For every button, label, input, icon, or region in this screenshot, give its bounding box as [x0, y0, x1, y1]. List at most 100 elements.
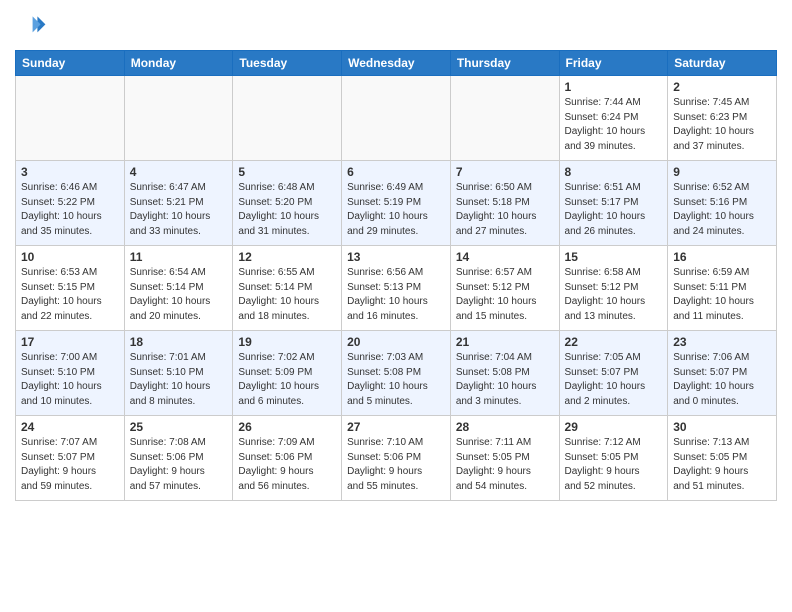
day-number: 11 — [130, 250, 228, 264]
day-number: 19 — [238, 335, 336, 349]
day-number: 14 — [456, 250, 554, 264]
calendar-cell: 11 Sunrise: 6:54 AM Sunset: 5:14 PM Dayli… — [124, 246, 233, 331]
calendar-cell: 9 Sunrise: 6:52 AM Sunset: 5:16 PM Daylig… — [668, 161, 777, 246]
day-info: Sunrise: 7:13 AM Sunset: 5:05 PM Dayligh… — [673, 436, 771, 494]
day-info: Sunrise: 7:09 AM Sunset: 5:06 PM Dayligh… — [238, 436, 336, 494]
day-number: 18 — [130, 335, 228, 349]
header — [15, 10, 777, 42]
day-number: 23 — [673, 335, 771, 349]
day-number: 15 — [565, 250, 663, 264]
day-number: 25 — [130, 420, 228, 434]
day-number: 1 — [565, 80, 663, 94]
calendar-cell: 5 Sunrise: 6:48 AM Sunset: 5:20 PM Daylig… — [233, 161, 342, 246]
calendar-cell: 23 Sunrise: 7:06 AM Sunset: 5:07 PM Dayli… — [668, 331, 777, 416]
day-number: 10 — [21, 250, 119, 264]
day-info: Sunrise: 6:52 AM Sunset: 5:16 PM Dayligh… — [673, 181, 771, 239]
day-number: 26 — [238, 420, 336, 434]
day-info: Sunrise: 7:00 AM Sunset: 5:10 PM Dayligh… — [21, 351, 119, 409]
calendar-cell: 15 Sunrise: 6:58 AM Sunset: 5:12 PM Dayli… — [559, 246, 668, 331]
calendar-cell: 4 Sunrise: 6:47 AM Sunset: 5:21 PM Daylig… — [124, 161, 233, 246]
day-info: Sunrise: 7:45 AM Sunset: 6:23 PM Dayligh… — [673, 96, 771, 154]
day-number: 2 — [673, 80, 771, 94]
calendar-cell: 25 Sunrise: 7:08 AM Sunset: 5:06 PM Dayli… — [124, 416, 233, 501]
weekday-header: Monday — [124, 51, 233, 76]
logo — [15, 10, 51, 42]
day-info: Sunrise: 6:50 AM Sunset: 5:18 PM Dayligh… — [456, 181, 554, 239]
day-info: Sunrise: 6:57 AM Sunset: 5:12 PM Dayligh… — [456, 266, 554, 324]
calendar-cell: 17 Sunrise: 7:00 AM Sunset: 5:10 PM Dayli… — [16, 331, 125, 416]
calendar-cell: 10 Sunrise: 6:53 AM Sunset: 5:15 PM Dayli… — [16, 246, 125, 331]
day-info: Sunrise: 6:59 AM Sunset: 5:11 PM Dayligh… — [673, 266, 771, 324]
day-info: Sunrise: 6:48 AM Sunset: 5:20 PM Dayligh… — [238, 181, 336, 239]
weekday-header: Friday — [559, 51, 668, 76]
weekday-header: Sunday — [16, 51, 125, 76]
calendar-cell: 1 Sunrise: 7:44 AM Sunset: 6:24 PM Daylig… — [559, 76, 668, 161]
calendar-cell: 21 Sunrise: 7:04 AM Sunset: 5:08 PM Dayli… — [450, 331, 559, 416]
day-info: Sunrise: 6:53 AM Sunset: 5:15 PM Dayligh… — [21, 266, 119, 324]
day-number: 12 — [238, 250, 336, 264]
day-info: Sunrise: 7:07 AM Sunset: 5:07 PM Dayligh… — [21, 436, 119, 494]
calendar-cell: 24 Sunrise: 7:07 AM Sunset: 5:07 PM Dayli… — [16, 416, 125, 501]
day-info: Sunrise: 7:11 AM Sunset: 5:05 PM Dayligh… — [456, 436, 554, 494]
calendar-week-row: 1 Sunrise: 7:44 AM Sunset: 6:24 PM Daylig… — [16, 76, 777, 161]
calendar-cell — [124, 76, 233, 161]
day-info: Sunrise: 6:47 AM Sunset: 5:21 PM Dayligh… — [130, 181, 228, 239]
calendar-cell: 19Sunrise: 7:02 AM Sunset: 5:09 PM Dayli… — [233, 331, 342, 416]
calendar-cell: 3 Sunrise: 6:46 AM Sunset: 5:22 PM Daylig… — [16, 161, 125, 246]
weekday-header: Saturday — [668, 51, 777, 76]
day-info: Sunrise: 6:54 AM Sunset: 5:14 PM Dayligh… — [130, 266, 228, 324]
day-info: Sunrise: 6:56 AM Sunset: 5:13 PM Dayligh… — [347, 266, 445, 324]
day-info: Sunrise: 7:10 AM Sunset: 5:06 PM Dayligh… — [347, 436, 445, 494]
day-number: 4 — [130, 165, 228, 179]
calendar-cell — [233, 76, 342, 161]
calendar-cell: 2 Sunrise: 7:45 AM Sunset: 6:23 PM Daylig… — [668, 76, 777, 161]
calendar-cell: 30Sunrise: 7:13 AM Sunset: 5:05 PM Dayli… — [668, 416, 777, 501]
day-info: Sunrise: 6:49 AM Sunset: 5:19 PM Dayligh… — [347, 181, 445, 239]
day-number: 16 — [673, 250, 771, 264]
day-info: Sunrise: 6:51 AM Sunset: 5:17 PM Dayligh… — [565, 181, 663, 239]
day-info: Sunrise: 7:04 AM Sunset: 5:08 PM Dayligh… — [456, 351, 554, 409]
calendar-cell — [450, 76, 559, 161]
calendar-week-row: 3 Sunrise: 6:46 AM Sunset: 5:22 PM Daylig… — [16, 161, 777, 246]
day-info: Sunrise: 6:58 AM Sunset: 5:12 PM Dayligh… — [565, 266, 663, 324]
logo-icon — [15, 10, 47, 42]
calendar-cell: 18 Sunrise: 7:01 AM Sunset: 5:10 PM Dayli… — [124, 331, 233, 416]
calendar-cell: 16 Sunrise: 6:59 AM Sunset: 5:11 PM Dayli… — [668, 246, 777, 331]
calendar-week-row: 17 Sunrise: 7:00 AM Sunset: 5:10 PM Dayli… — [16, 331, 777, 416]
day-number: 21 — [456, 335, 554, 349]
day-info: Sunrise: 7:06 AM Sunset: 5:07 PM Dayligh… — [673, 351, 771, 409]
day-info: Sunrise: 7:08 AM Sunset: 5:06 PM Dayligh… — [130, 436, 228, 494]
day-number: 22 — [565, 335, 663, 349]
weekday-header: Tuesday — [233, 51, 342, 76]
calendar-week-row: 10 Sunrise: 6:53 AM Sunset: 5:15 PM Dayli… — [16, 246, 777, 331]
day-info: Sunrise: 6:55 AM Sunset: 5:14 PM Dayligh… — [238, 266, 336, 324]
day-info: Sunrise: 7:05 AM Sunset: 5:07 PM Dayligh… — [565, 351, 663, 409]
calendar-cell: 26 Sunrise: 7:09 AM Sunset: 5:06 PM Dayli… — [233, 416, 342, 501]
day-info: Sunrise: 7:01 AM Sunset: 5:10 PM Dayligh… — [130, 351, 228, 409]
calendar-cell: 22 Sunrise: 7:05 AM Sunset: 5:07 PM Dayli… — [559, 331, 668, 416]
day-info: Sunrise: 6:46 AM Sunset: 5:22 PM Dayligh… — [21, 181, 119, 239]
day-info: Sunrise: 7:44 AM Sunset: 6:24 PM Dayligh… — [565, 96, 663, 154]
calendar-cell: 29 Sunrise: 7:12 AM Sunset: 5:05 PM Dayli… — [559, 416, 668, 501]
calendar-cell: 8 Sunrise: 6:51 AM Sunset: 5:17 PM Daylig… — [559, 161, 668, 246]
calendar-cell: 7Sunrise: 6:50 AM Sunset: 5:18 PM Daylig… — [450, 161, 559, 246]
weekday-header: Thursday — [450, 51, 559, 76]
day-info: Sunrise: 7:12 AM Sunset: 5:05 PM Dayligh… — [565, 436, 663, 494]
calendar-week-row: 24 Sunrise: 7:07 AM Sunset: 5:07 PM Dayli… — [16, 416, 777, 501]
calendar-cell: 13Sunrise: 6:56 AM Sunset: 5:13 PM Dayli… — [342, 246, 451, 331]
calendar-cell: 12 Sunrise: 6:55 AM Sunset: 5:14 PM Dayli… — [233, 246, 342, 331]
day-number: 28 — [456, 420, 554, 434]
day-number: 17 — [21, 335, 119, 349]
day-number: 8 — [565, 165, 663, 179]
calendar: SundayMondayTuesdayWednesdayThursdayFrid… — [15, 50, 777, 501]
calendar-header-row: SundayMondayTuesdayWednesdayThursdayFrid… — [16, 51, 777, 76]
calendar-cell: 6Sunrise: 6:49 AM Sunset: 5:19 PM Daylig… — [342, 161, 451, 246]
day-number: 5 — [238, 165, 336, 179]
day-number: 3 — [21, 165, 119, 179]
day-number: 29 — [565, 420, 663, 434]
calendar-cell: 28 Sunrise: 7:11 AM Sunset: 5:05 PM Dayli… — [450, 416, 559, 501]
day-number: 24 — [21, 420, 119, 434]
day-number: 9 — [673, 165, 771, 179]
weekday-header: Wednesday — [342, 51, 451, 76]
calendar-cell: 27Sunrise: 7:10 AM Sunset: 5:06 PM Dayli… — [342, 416, 451, 501]
